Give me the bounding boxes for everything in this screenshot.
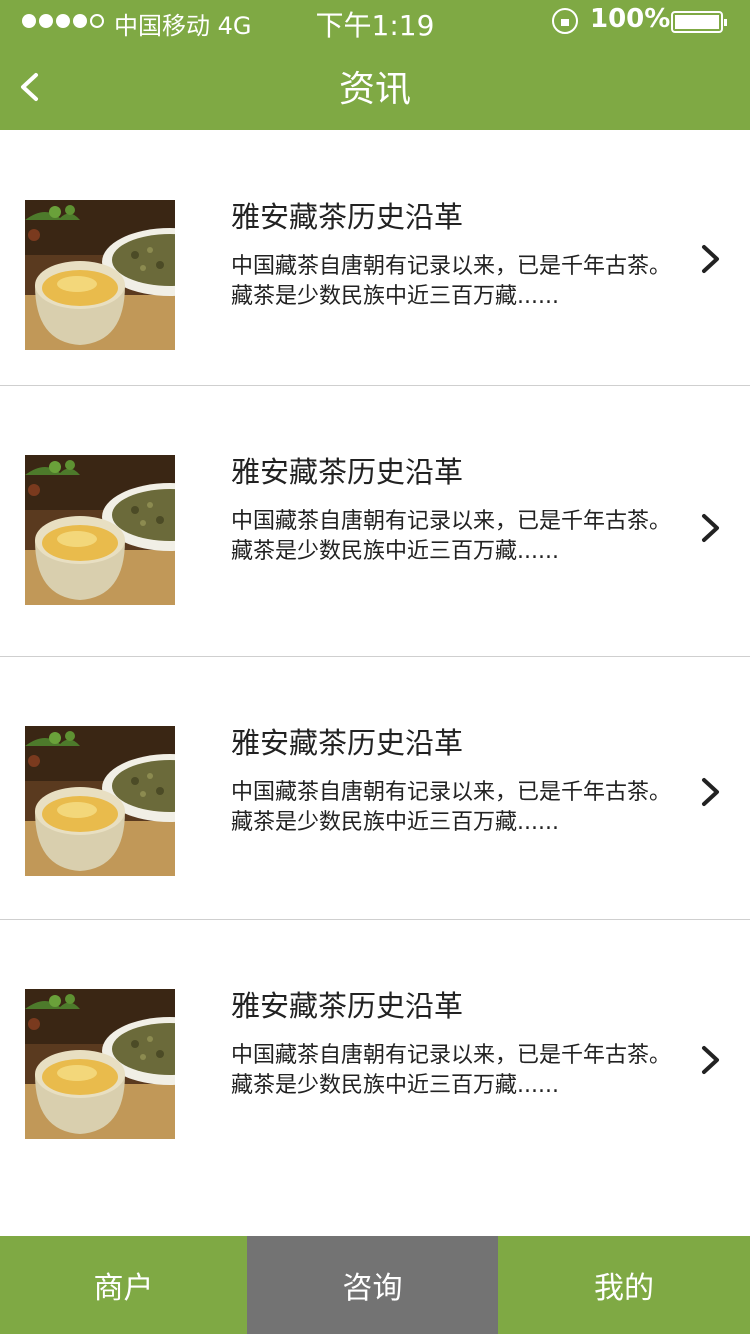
chevron-right-icon <box>702 245 719 273</box>
battery-icon <box>671 11 727 33</box>
battery-percentage: 100% <box>590 4 671 34</box>
tea-cup-thumbnail <box>25 989 175 1139</box>
bottom-tab-bar: 商户 咨询 我的 <box>0 1236 750 1334</box>
tea-cup-thumbnail <box>25 455 175 605</box>
article-item[interactable]: 雅安藏茶历史沿革 中国藏茶自唐朝有记录以来，已是千年古茶。藏茶是少数民族中近三百… <box>0 386 750 657</box>
article-title: 雅安藏茶历史沿革 <box>231 200 464 234</box>
chevron-right-icon <box>702 514 719 542</box>
chevron-right-icon <box>702 778 719 806</box>
article-summary: 中国藏茶自唐朝有记录以来，已是千年古茶。藏茶是少数民族中近三百万藏...... <box>231 1043 672 1098</box>
status-bar: 中国移动 4G 下午1:19 100% <box>0 0 750 44</box>
rotation-lock-icon <box>552 8 578 34</box>
page-title: 资讯 <box>338 69 411 110</box>
article-title: 雅安藏茶历史沿革 <box>231 989 464 1023</box>
article-title: 雅安藏茶历史沿革 <box>231 726 464 760</box>
tab-mine[interactable]: 我的 <box>498 1236 750 1334</box>
article-summary: 中国藏茶自唐朝有记录以来，已是千年古茶。藏茶是少数民族中近三百万藏...... <box>231 780 672 835</box>
app-header: 中国移动 4G 下午1:19 100% 资讯 <box>0 0 750 130</box>
article-summary: 中国藏茶自唐朝有记录以来，已是千年古茶。藏茶是少数民族中近三百万藏...... <box>231 509 672 564</box>
tea-cup-thumbnail <box>25 200 175 350</box>
tab-merchants[interactable]: 商户 <box>0 1236 247 1334</box>
tab-consult[interactable]: 咨询 <box>247 1236 498 1334</box>
article-title: 雅安藏茶历史沿革 <box>231 455 464 489</box>
article-item[interactable]: 雅安藏茶历史沿革 中国藏茶自唐朝有记录以来，已是千年古茶。藏茶是少数民族中近三百… <box>0 657 750 920</box>
article-item[interactable]: 雅安藏茶历史沿革 中国藏茶自唐朝有记录以来，已是千年古茶。藏茶是少数民族中近三百… <box>0 130 750 386</box>
tea-cup-thumbnail <box>25 726 175 876</box>
article-item[interactable]: 雅安藏茶历史沿革 中国藏茶自唐朝有记录以来，已是千年古茶。藏茶是少数民族中近三百… <box>0 920 750 1220</box>
chevron-right-icon <box>702 1046 719 1074</box>
article-summary: 中国藏茶自唐朝有记录以来，已是千年古茶。藏茶是少数民族中近三百万藏...... <box>231 254 672 309</box>
